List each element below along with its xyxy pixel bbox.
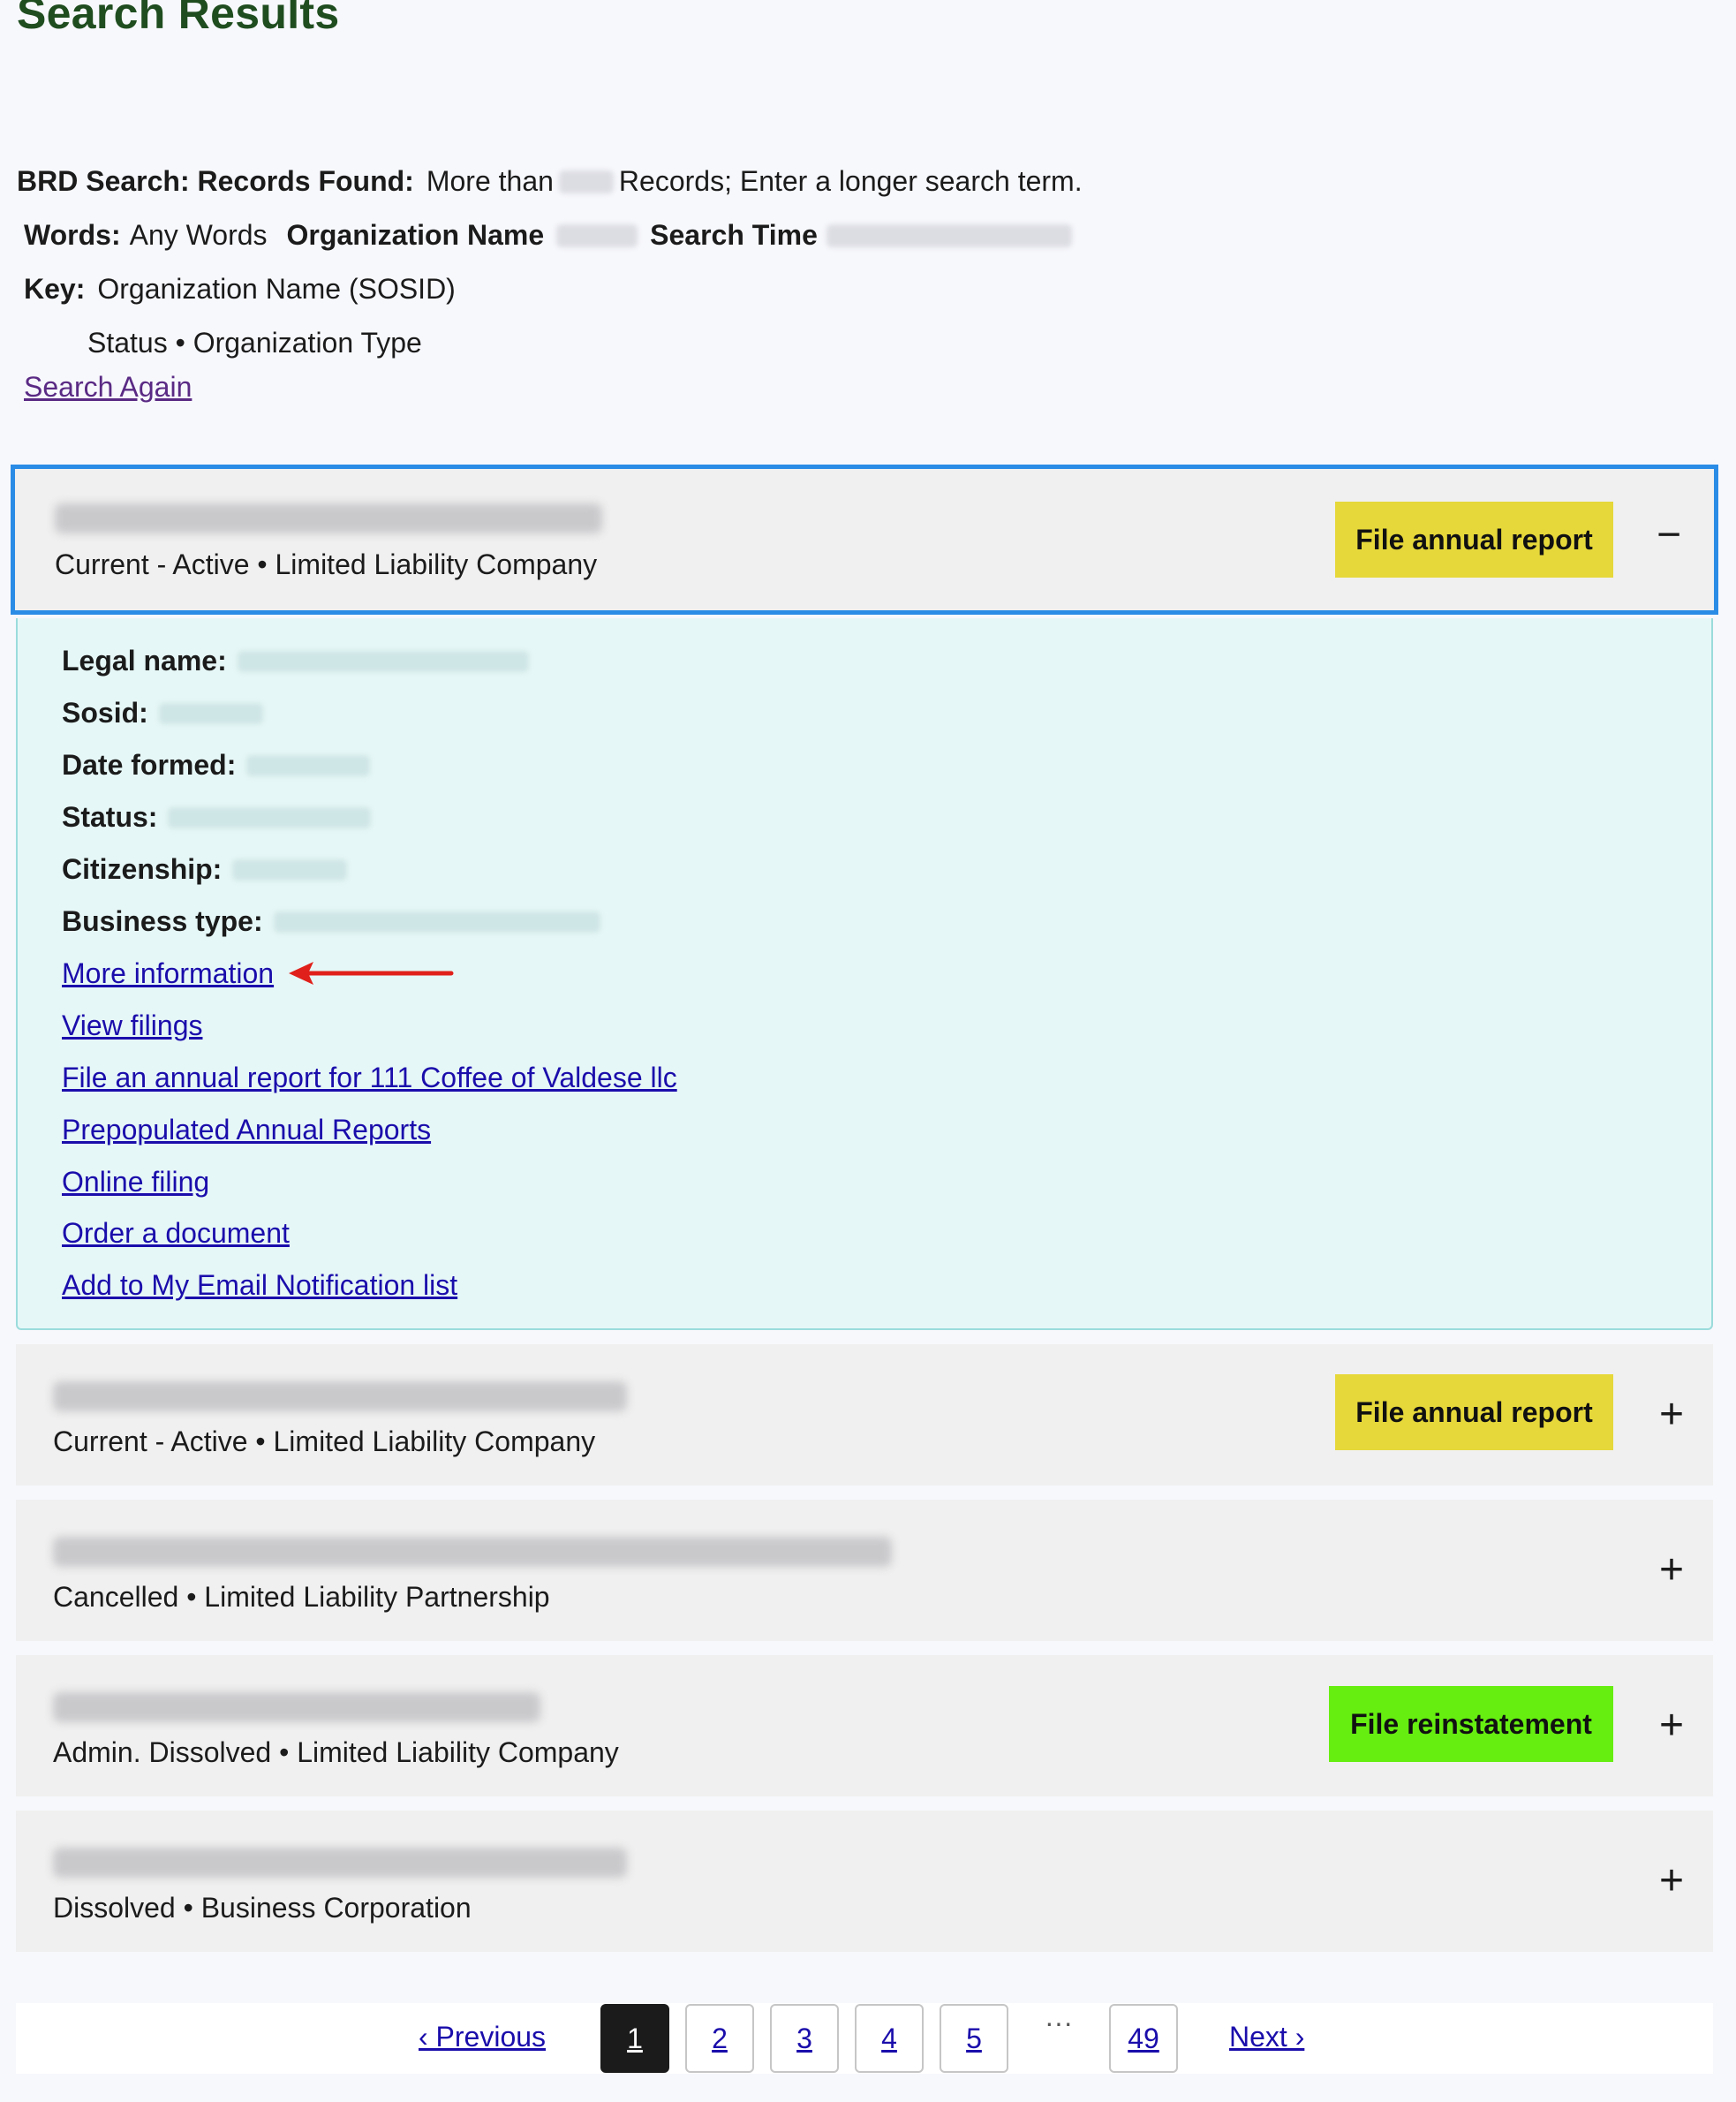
criteria-row: Words: Any Words Organization Name Searc…: [17, 208, 1083, 262]
result-details-panel: Legal name: Sosid: Date formed: Status: …: [16, 618, 1713, 1330]
page-5-button[interactable]: 5: [940, 2004, 1008, 2073]
records-found-row: BRD Search: Records Found: More than Rec…: [17, 155, 1083, 208]
redacted-status: [168, 806, 372, 828]
page-title: Search Results: [17, 0, 340, 38]
next-page-link[interactable]: Next ›: [1229, 2021, 1304, 2053]
redacted-citizenship: [232, 858, 348, 881]
search-time-label: Search Time: [650, 219, 818, 251]
brd-label: BRD Search: Records Found:: [17, 165, 414, 197]
expand-plus-icon[interactable]: +: [1654, 1705, 1689, 1747]
page-3-button[interactable]: 3: [770, 2004, 839, 2073]
detail-status: Status:: [62, 801, 372, 834]
redacted-org-title: [53, 1537, 892, 1567]
page-4-button[interactable]: 4: [855, 2004, 924, 2073]
detail-legal-name: Legal name:: [62, 645, 529, 677]
key-row-2: Status • Organization Type: [17, 316, 1083, 370]
file-annual-report-button[interactable]: File annual report: [1335, 1374, 1613, 1450]
redacted-org-name: [556, 223, 638, 247]
words-value: Any Words: [129, 219, 268, 251]
detail-citizenship: Citizenship:: [62, 853, 348, 886]
redacted-sosid: [158, 702, 263, 724]
org-name-label: Organization Name: [286, 219, 545, 251]
expand-plus-icon[interactable]: +: [1654, 1549, 1689, 1592]
redacted-legal-name: [237, 650, 529, 672]
result-row[interactable]: Current - Active • Limited Liability Com…: [11, 465, 1718, 615]
search-summary: BRD Search: Records Found: More than Rec…: [17, 155, 1083, 370]
expand-plus-icon[interactable]: +: [1654, 1860, 1689, 1902]
pagination-ellipsis: ···: [1045, 2007, 1073, 2038]
search-again-link[interactable]: Search Again: [24, 371, 192, 404]
redacted-record-count: [558, 170, 614, 193]
key-row: Key: Organization Name (SOSID): [17, 262, 1083, 316]
order-document-link[interactable]: Order a document: [62, 1217, 290, 1250]
view-filings-link[interactable]: View filings: [62, 1009, 202, 1042]
page-2-button[interactable]: 2: [685, 2004, 754, 2073]
search-results-page: Search Results BRD Search: Records Found…: [0, 0, 1736, 2102]
previous-page-link[interactable]: ‹ Previous: [419, 2021, 546, 2053]
business-type-label: Business type:: [62, 905, 263, 937]
file-annual-report-link[interactable]: File an annual report for 111 Coffee of …: [62, 1062, 677, 1094]
result-meta: Cancelled • Limited Liability Partnershi…: [53, 1581, 550, 1613]
result-meta: Dissolved • Business Corporation: [53, 1892, 472, 1924]
result-row[interactable]: Admin. Dissolved • Limited Liability Com…: [16, 1655, 1713, 1796]
detail-business-type: Business type:: [62, 905, 600, 938]
result-row[interactable]: Dissolved • Business Corporation +: [16, 1811, 1713, 1952]
words-label: Words:: [24, 219, 121, 251]
sosid-label: Sosid:: [62, 697, 148, 729]
expand-plus-icon[interactable]: +: [1654, 1394, 1689, 1436]
result-meta: Current - Active • Limited Liability Com…: [55, 548, 598, 580]
file-annual-report-button[interactable]: File annual report: [1335, 502, 1613, 578]
redacted-org-title: [55, 503, 602, 533]
legal-name-label: Legal name:: [62, 645, 227, 677]
result-row[interactable]: Cancelled • Limited Liability Partnershi…: [16, 1500, 1713, 1641]
redacted-org-title: [53, 1848, 627, 1878]
pagination: ‹ Previous 1 2 3 4 5 ··· 49 Next ›: [16, 2003, 1713, 2074]
key-line2: Status • Organization Type: [87, 327, 422, 359]
more-than-text: More than: [426, 165, 554, 197]
more-information-link[interactable]: More information: [62, 957, 274, 990]
result-row[interactable]: Current - Active • Limited Liability Com…: [16, 1344, 1713, 1486]
redacted-business-type: [273, 911, 600, 933]
detail-date-formed: Date formed:: [62, 749, 371, 782]
citizenship-label: Citizenship:: [62, 853, 223, 885]
result-meta: Admin. Dissolved • Limited Liability Com…: [53, 1736, 619, 1768]
annotation-arrow-icon: [289, 962, 454, 985]
date-formed-label: Date formed:: [62, 749, 237, 781]
result-meta: Current - Active • Limited Liability Com…: [53, 1425, 596, 1457]
detail-sosid: Sosid:: [62, 697, 263, 730]
page-1-button[interactable]: 1: [600, 2004, 669, 2073]
file-reinstatement-button[interactable]: File reinstatement: [1329, 1686, 1613, 1762]
key-value: Organization Name (SOSID): [97, 273, 456, 305]
redacted-date-formed: [246, 754, 371, 776]
online-filing-link[interactable]: Online filing: [62, 1166, 209, 1198]
redacted-search-time: [826, 223, 1072, 247]
prepopulated-annual-reports-link[interactable]: Prepopulated Annual Reports: [62, 1114, 431, 1146]
status-label: Status:: [62, 801, 158, 833]
email-notification-link[interactable]: Add to My Email Notification list: [62, 1269, 457, 1302]
collapse-minus-icon[interactable]: −: [1651, 514, 1687, 556]
redacted-org-title: [53, 1381, 627, 1411]
page-49-button[interactable]: 49: [1109, 2004, 1178, 2073]
key-label: Key:: [24, 273, 86, 305]
records-suffix-text: Records; Enter a longer search term.: [618, 165, 1083, 197]
redacted-org-title: [53, 1692, 540, 1722]
